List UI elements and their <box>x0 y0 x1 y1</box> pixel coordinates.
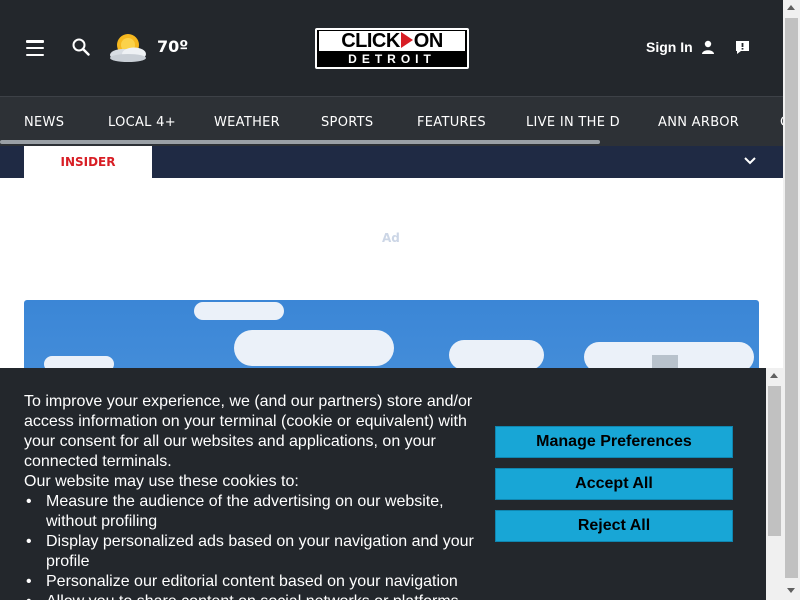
cookie-purpose-item: Display personalized ads based on your n… <box>24 532 484 572</box>
nav-item-local[interactable]: LOCAL 4+ <box>108 115 176 130</box>
sign-in-button[interactable]: Sign In <box>646 39 715 55</box>
cookie-purpose-item: Allow you to share content on social net… <box>24 592 484 600</box>
cloud-shape <box>234 330 394 366</box>
cookie-purpose-item: Measure the audience of the advertising … <box>24 492 484 532</box>
logo-arrow-icon <box>400 32 413 48</box>
scroll-up-arrow-icon[interactable] <box>770 373 778 378</box>
nav-scrollbar[interactable] <box>0 140 600 144</box>
site-logo[interactable]: CLICK ON DETROIT <box>315 28 469 69</box>
nav-item-news[interactable]: NEWS <box>24 115 64 130</box>
chevron-down-icon[interactable] <box>743 156 757 166</box>
site-header: 70º CLICK ON DETROIT Sign In <box>0 0 783 96</box>
cookie-purpose-list: Measure the audience of the advertising … <box>24 492 484 600</box>
partly-sunny-icon[interactable] <box>106 30 150 66</box>
cloud-shape <box>194 302 284 320</box>
page-scroll-thumb[interactable] <box>785 18 798 578</box>
tab-insider[interactable]: INSIDER <box>24 146 152 178</box>
ad-label: Ad <box>382 231 400 245</box>
banner-scrollbar[interactable] <box>766 368 783 600</box>
cookie-consent-banner: To improve your experience, we (and our … <box>0 368 766 600</box>
sub-nav: INSIDER <box>0 146 783 178</box>
cookie-intro: To improve your experience, we (and our … <box>24 393 473 470</box>
page-scrollbar[interactable] <box>783 0 800 600</box>
hamburger-icon[interactable] <box>26 40 44 56</box>
nav-item-live-in-the-d[interactable]: LIVE IN THE D <box>526 115 620 130</box>
nav-item-ann-arbor[interactable]: ANN ARBOR <box>658 115 739 130</box>
sign-in-label: Sign In <box>646 39 693 55</box>
temperature[interactable]: 70º <box>157 37 188 56</box>
scroll-up-arrow-icon[interactable] <box>787 5 795 10</box>
logo-text-click: CLICK <box>341 30 400 52</box>
cloud-shape <box>449 340 544 370</box>
chat-icon[interactable] <box>735 40 750 55</box>
accept-all-button[interactable]: Accept All <box>495 468 733 500</box>
cookie-lead: Our website may use these cookies to: <box>24 473 299 490</box>
nav-item-sports[interactable]: SPORTS <box>321 115 373 130</box>
user-icon <box>701 40 714 54</box>
logo-text-on: ON <box>413 30 444 52</box>
logo-text-detroit: DETROIT <box>348 52 436 66</box>
main-nav: NEWS LOCAL 4+ WEATHER SPORTS FEATURES LI… <box>0 96 783 146</box>
cookie-purpose-item: Personalize our editorial content based … <box>24 572 484 592</box>
banner-scroll-thumb[interactable] <box>768 386 781 536</box>
nav-item-weather[interactable]: WEATHER <box>214 115 280 130</box>
nav-item-features[interactable]: FEATURES <box>417 115 486 130</box>
scroll-down-arrow-icon[interactable] <box>787 588 795 593</box>
cookie-text: To improve your experience, we (and our … <box>24 392 484 600</box>
reject-all-button[interactable]: Reject All <box>495 510 733 542</box>
manage-preferences-button[interactable]: Manage Preferences <box>495 426 733 458</box>
search-icon[interactable] <box>72 38 90 56</box>
